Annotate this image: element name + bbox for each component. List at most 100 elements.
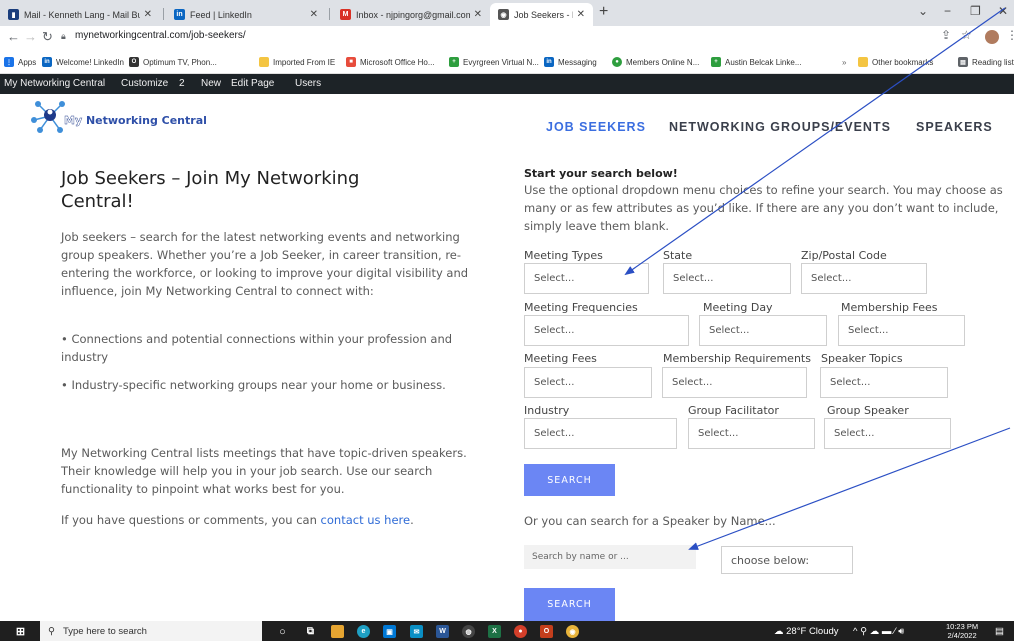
- select-meeting-fees[interactable]: Select...: [524, 367, 652, 398]
- site-icon: ◉: [498, 9, 509, 20]
- nav-networking-groups[interactable]: NETWORKING GROUPS/EVENTS: [669, 120, 891, 134]
- lock-icon[interactable]: 🔒︎: [61, 31, 66, 42]
- label-meeting-fees: Meeting Fees: [524, 352, 597, 365]
- task-view-icon[interactable]: ⧉: [304, 625, 317, 638]
- windows-start-icon[interactable]: ⊞: [14, 625, 27, 638]
- speaker-choose-select[interactable]: choose below:: [721, 546, 853, 574]
- nav-job-seekers[interactable]: JOB SEEKERS: [546, 120, 646, 134]
- label-meeting-types: Meeting Types: [524, 249, 603, 262]
- logo-wordmark[interactable]: My Networking Central: [64, 114, 207, 127]
- excel-icon[interactable]: X: [488, 625, 501, 638]
- mail-app-icon[interactable]: ✉: [410, 625, 423, 638]
- linkedin-icon: in: [544, 57, 554, 67]
- restore-button[interactable]: ❐: [970, 4, 981, 18]
- tab-divider: [329, 8, 330, 20]
- nav-speakers[interactable]: SPEAKERS: [916, 120, 993, 134]
- admin-site-name[interactable]: My Networking Central: [4, 78, 105, 89]
- clock[interactable]: 10:23 PM 2/4/2022: [946, 622, 978, 640]
- notifications-icon[interactable]: ▤: [995, 626, 1004, 637]
- store-icon[interactable]: ▣: [383, 625, 396, 638]
- close-tab-icon[interactable]: ✕: [144, 9, 152, 20]
- reload-icon[interactable]: ↻: [42, 29, 53, 45]
- chrome-icon[interactable]: ◉: [566, 625, 579, 638]
- admin-new[interactable]: New: [201, 78, 221, 89]
- bookmarks-overflow-icon[interactable]: »: [842, 55, 846, 69]
- select-speaker-topics[interactable]: Select...: [820, 367, 948, 398]
- minimize-button[interactable]: −: [944, 4, 951, 18]
- select-group-speaker[interactable]: Select...: [824, 418, 951, 449]
- close-window-button[interactable]: ✕: [998, 4, 1008, 18]
- select-state[interactable]: Select...: [663, 263, 791, 294]
- system-tray-icons[interactable]: ^ ⚲ ☁ ▬ ⁄ 🔊︎: [853, 626, 904, 637]
- search-description: Use the optional dropdown menu choices t…: [524, 183, 1003, 233]
- bookmark-evyrgreen[interactable]: + Evyrgreen Virtual N...: [449, 55, 539, 69]
- page-title: Job Seekers – Join My Networking Central…: [61, 168, 360, 212]
- office-icon[interactable]: O: [540, 625, 553, 638]
- forward-icon[interactable]: →: [24, 29, 37, 44]
- new-tab-button[interactable]: +: [599, 3, 608, 21]
- app-red-icon[interactable]: ●: [514, 625, 527, 638]
- taskbar-search-box[interactable]: ⚲ Type here to search: [40, 621, 262, 641]
- word-icon[interactable]: W: [436, 625, 449, 638]
- bookmark-messaging[interactable]: in Messaging: [544, 55, 597, 69]
- share-icon[interactable]: ⇪: [941, 28, 951, 42]
- select-industry[interactable]: Select...: [524, 418, 677, 449]
- bookmark-optimum[interactable]: O Optimum TV, Phon...: [129, 55, 217, 69]
- microsoft-icon: ■: [346, 57, 356, 67]
- speakers-paragraph: My Networking Central lists meetings tha…: [61, 446, 467, 496]
- linkedin-icon: in: [42, 57, 52, 67]
- gmail-icon: M: [340, 9, 351, 20]
- search-heading: Start your search below!: [524, 167, 678, 180]
- label-meeting-frequencies: Meeting Frequencies: [524, 301, 638, 314]
- bookmark-microsoft-office[interactable]: ■ Microsoft Office Ho...: [346, 55, 435, 69]
- bookmark-austin-belcak[interactable]: + Austin Belcak Linke...: [711, 55, 801, 69]
- wp-admin-bar: My Networking Central Customize 2 New Ed…: [0, 74, 1014, 94]
- select-meeting-types[interactable]: Select...: [524, 263, 649, 294]
- speaker-name-prompt: Or you can search for a Speaker by Name.…: [524, 514, 776, 528]
- tab-linkedin-feed[interactable]: in Feed | LinkedIn ✕: [166, 3, 326, 26]
- close-tab-icon[interactable]: ✕: [474, 9, 482, 20]
- select-membership-fees[interactable]: Select...: [838, 315, 965, 346]
- speaker-search-button[interactable]: SEARCH: [524, 588, 615, 621]
- bookmark-reading-list[interactable]: ▤ Reading list: [958, 55, 1014, 69]
- tab-search-icon[interactable]: ⌄: [918, 4, 928, 18]
- reading-list-icon: ▤: [958, 57, 968, 67]
- file-explorer-icon[interactable]: [331, 625, 344, 638]
- dell-icon[interactable]: ◍: [462, 625, 475, 638]
- tab-mail[interactable]: ▮ Mail - Kenneth Lang - Mail Busin ✕: [0, 3, 160, 26]
- menu-kebab-icon[interactable]: ⋮: [1006, 28, 1014, 42]
- bookmark-other[interactable]: Other bookmarks: [858, 55, 933, 69]
- select-membership-requirements[interactable]: Select...: [662, 367, 807, 398]
- folder-icon: [858, 57, 868, 67]
- edge-icon[interactable]: e: [357, 625, 370, 638]
- admin-updates-count[interactable]: 2: [179, 78, 185, 89]
- close-tab-icon[interactable]: ✕: [577, 9, 585, 20]
- select-meeting-frequencies[interactable]: Select...: [524, 315, 689, 346]
- select-meeting-day[interactable]: Select...: [699, 315, 827, 346]
- bookmark-imported-ie[interactable]: Imported From IE: [259, 55, 335, 69]
- back-icon[interactable]: ←: [7, 29, 20, 44]
- select-group-facilitator[interactable]: Select...: [688, 418, 815, 449]
- admin-users[interactable]: Users: [295, 78, 321, 89]
- label-membership-fees: Membership Fees: [841, 301, 938, 314]
- contact-link[interactable]: contact us here: [321, 513, 411, 527]
- bullet-connections: • Connections and potential connections …: [61, 332, 453, 364]
- intro-paragraph: Job seekers – search for the latest netw…: [61, 230, 469, 298]
- url-field[interactable]: mynetworkingcentral.com/job-seekers/: [75, 30, 246, 41]
- label-speaker-topics: Speaker Topics: [821, 352, 903, 365]
- profile-avatar[interactable]: [985, 30, 999, 44]
- tab-gmail-inbox[interactable]: M Inbox - njpingorg@gmail.com - ✕: [332, 3, 490, 26]
- search-button[interactable]: SEARCH: [524, 464, 615, 496]
- bookmark-welcome-linkedin[interactable]: in Welcome! LinkedIn: [42, 55, 124, 69]
- cortana-icon[interactable]: ○: [276, 625, 289, 638]
- speaker-name-input[interactable]: Search by name or ...: [524, 545, 696, 569]
- bookmark-apps[interactable]: ⋮ Apps: [4, 55, 36, 69]
- bookmark-members-online[interactable]: ● Members Online N...: [612, 55, 699, 69]
- select-zip-code[interactable]: Select...: [801, 263, 927, 294]
- close-tab-icon[interactable]: ✕: [310, 9, 318, 20]
- admin-customize[interactable]: Customize: [121, 78, 168, 89]
- tab-job-seekers[interactable]: ◉ Job Seekers - My Networking Ce ✕: [490, 3, 593, 26]
- bookmark-star-icon[interactable]: ☆: [961, 28, 972, 42]
- admin-edit-page[interactable]: Edit Page: [231, 78, 274, 89]
- weather-widget[interactable]: ☁ 28°F Cloudy: [774, 626, 839, 637]
